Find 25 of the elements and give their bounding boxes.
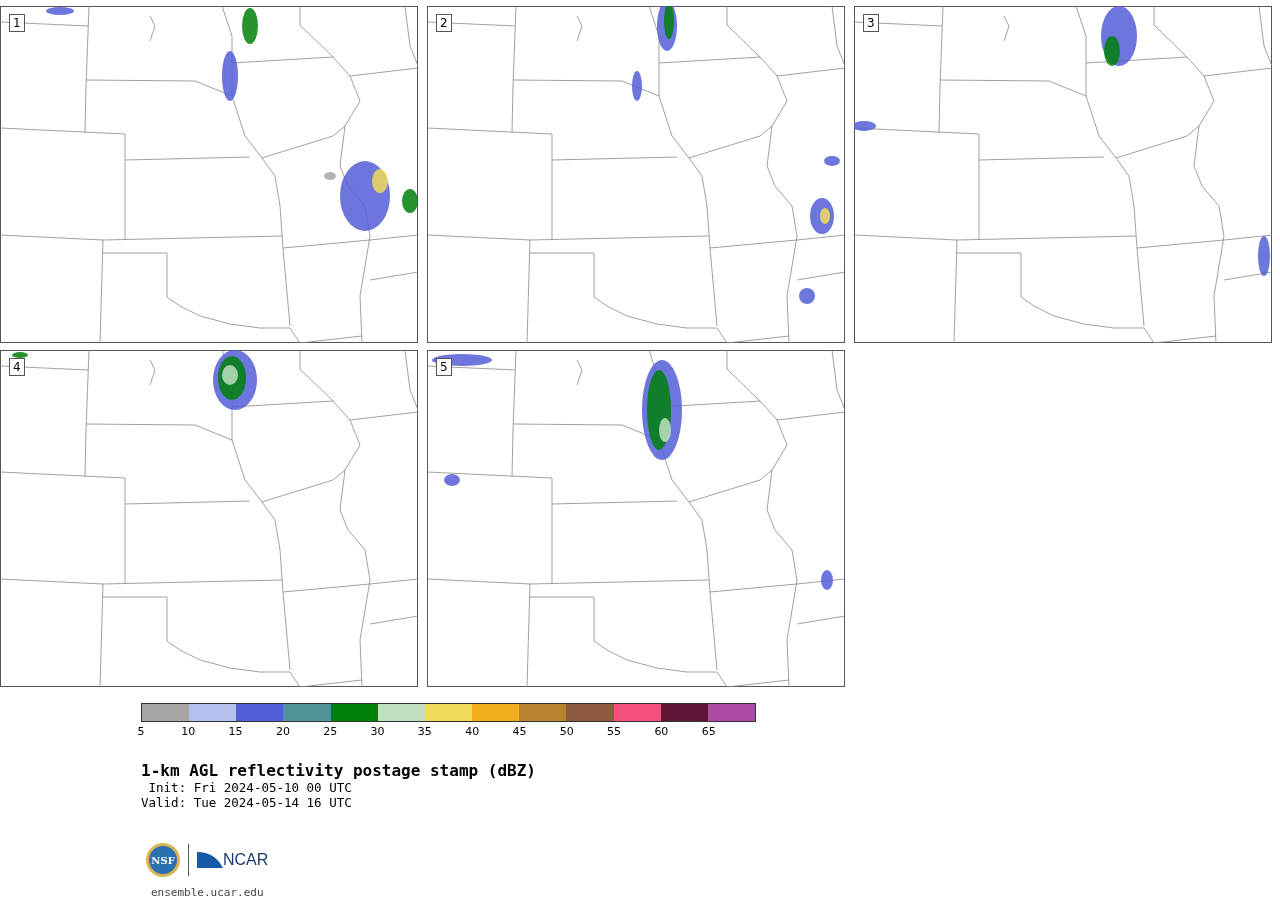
swoosh-icon xyxy=(197,850,223,870)
seal-logo: NSF xyxy=(146,843,180,877)
tick-label: 50 xyxy=(559,726,574,738)
tick-label: 40 xyxy=(465,726,480,738)
tick-label: 10 xyxy=(181,726,196,738)
site-url: ensemble.ucar.edu xyxy=(151,886,264,899)
tick-label: 30 xyxy=(370,726,385,738)
panel-number: 5 xyxy=(436,358,452,376)
tick-label: 55 xyxy=(607,726,622,738)
tick-label: 45 xyxy=(512,726,527,738)
tick-label: 35 xyxy=(417,726,432,738)
tick-label: 15 xyxy=(228,726,243,738)
tick-label: 20 xyxy=(275,726,290,738)
init-time: Init: Fri 2024-05-10 00 UTC xyxy=(147,780,353,795)
panel-number: 1 xyxy=(9,14,25,32)
panel-number: 3 xyxy=(863,14,879,32)
tick-label: 65 xyxy=(701,726,716,738)
tick-label: 25 xyxy=(323,726,338,738)
valid-time: Valid: Tue 2024-05-14 16 UTC xyxy=(141,795,353,810)
tick-label: 5 xyxy=(137,726,145,738)
chart-title: 1-km AGL reflectivity postage stamp (dBZ) xyxy=(141,762,537,780)
panel-number: 4 xyxy=(9,358,25,376)
panel-number: 2 xyxy=(436,14,452,32)
tick-label: 60 xyxy=(654,726,669,738)
logo-wordmark: NCAR xyxy=(223,850,269,870)
